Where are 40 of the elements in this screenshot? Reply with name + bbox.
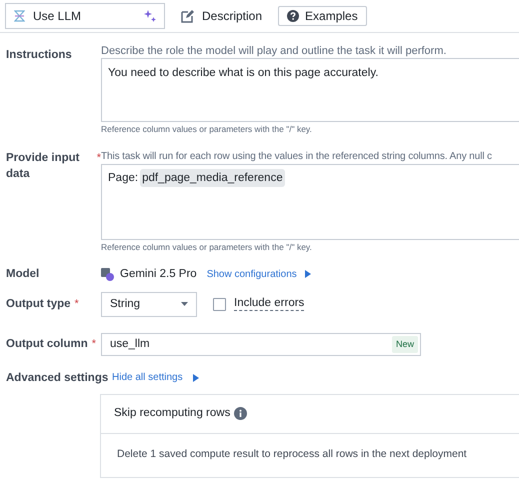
- field-label: Instructions: [6, 48, 72, 63]
- model-name: Gemini 2.5 Pro: [120, 266, 197, 282]
- output-column-field[interactable]: use_llm New: [101, 332, 421, 356]
- dropdown-caret-icon: [181, 302, 188, 306]
- help-icon: [287, 10, 300, 22]
- name-text: Use LLM: [33, 8, 82, 25]
- include-errors-checkbox[interactable]: [213, 298, 226, 311]
- required-mark: *: [92, 337, 96, 352]
- panel-title: Skip recomputing rows: [114, 406, 230, 422]
- input-data-field[interactable]: Page: pdf_page_media_reference: [101, 164, 519, 240]
- output-type-select[interactable]: String: [101, 292, 197, 317]
- footnote-text: Reference column values or parameters with the "/" key.: [101, 123, 313, 136]
- panel-text: Delete 1 saved compute result to reprocess all rows in the next deployment: [117, 447, 467, 462]
- field-label: Advanced settings: [6, 370, 108, 386]
- prefix-text: Page:: [108, 170, 138, 186]
- logo-icon: [14, 10, 25, 22]
- field-label: Model: [6, 267, 40, 282]
- new-badge: New: [392, 336, 418, 353]
- field-label: Output column: [6, 337, 88, 352]
- name-field[interactable]: Use LLM: [5, 3, 165, 29]
- caret-icon: [304, 270, 311, 278]
- footnote-text: Reference column values or parameters with the "/" key.: [101, 240, 313, 254]
- hint-text: Describe the role the model will play and outline the task it will perform.: [101, 44, 448, 58]
- required-mark: *: [74, 297, 79, 312]
- edit-icon: [181, 10, 194, 22]
- column-chip: pdf_page_media_reference: [140, 168, 285, 187]
- field-label: Provide input data: [6, 150, 80, 182]
- model-icon: [101, 268, 114, 281]
- hint-text: This task will run for each row using the values in the referenced string columns. Any null c: [101, 150, 493, 164]
- examples-button[interactable]: Examples: [278, 6, 367, 26]
- instructions-field[interactable]: You need to describe what is on this page accurately.: [101, 58, 519, 122]
- show-configurations-link[interactable]: Show configurations: [206, 266, 297, 282]
- sparkle-icon: [144, 10, 156, 22]
- description-button[interactable]: Description: [177, 5, 266, 27]
- info-icon: [234, 407, 248, 420]
- caret-icon: [192, 374, 199, 382]
- include-errors-label: Include errors: [234, 297, 304, 312]
- required-mark: *: [96, 150, 101, 166]
- field-label: Output type: [6, 297, 71, 312]
- hide-all-settings-link[interactable]: Hide all settings: [112, 370, 183, 386]
